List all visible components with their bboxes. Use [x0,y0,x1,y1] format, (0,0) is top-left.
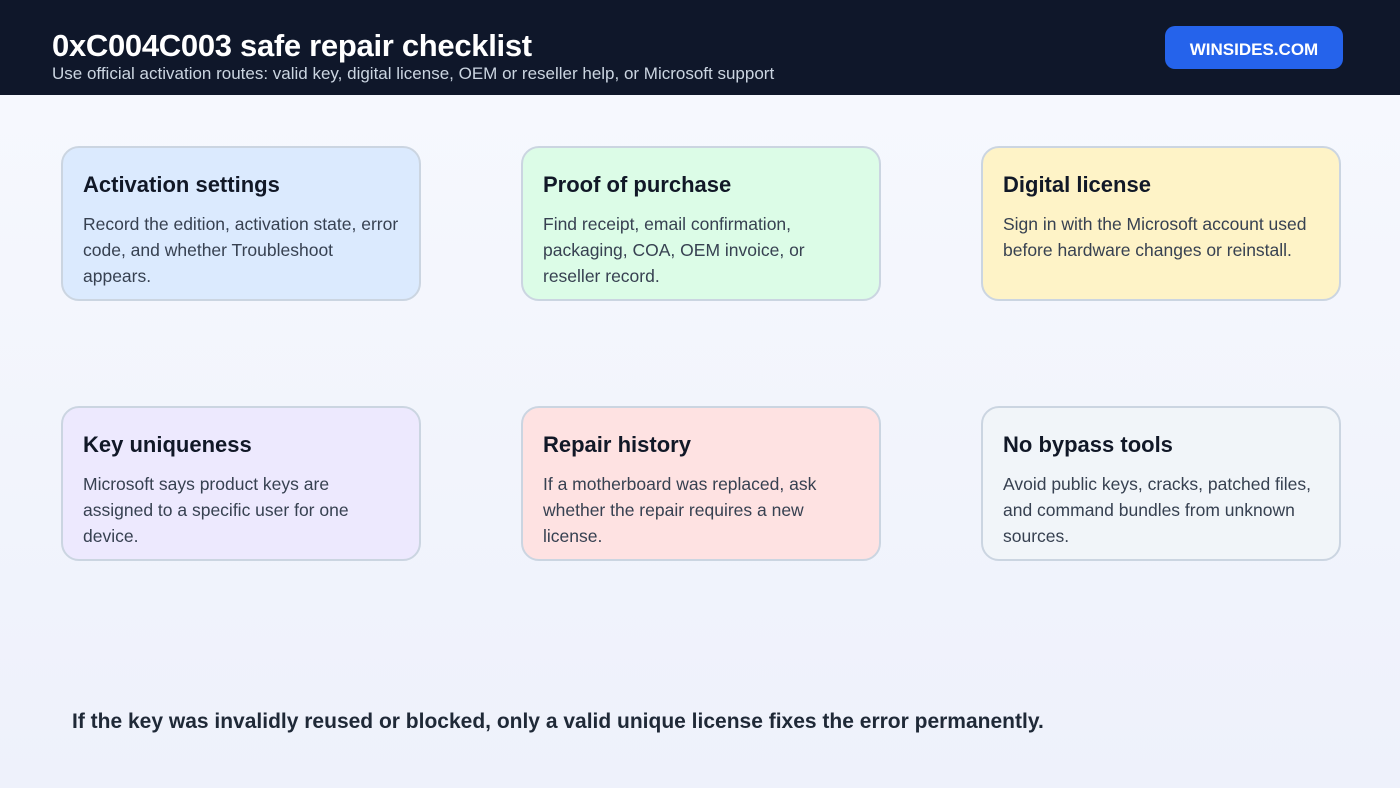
card-body: Avoid public keys, cracks, patched files… [1003,474,1312,546]
page-title: 0xC004C003 safe repair checklist [52,28,532,63]
card-activation-settings: Activation settings Record the edition, … [61,146,421,301]
header-bar: 0xC004C003 safe repair checklist Use off… [0,0,1400,95]
card-title: Key uniqueness [83,432,252,457]
card-title: Digital license [1003,172,1151,197]
card-body: Microsoft says product keys are assigned… [83,474,349,546]
card-no-bypass-tools: No bypass tools Avoid public keys, crack… [981,406,1341,561]
card-proof-of-purchase: Proof of purchase Find receipt, email co… [521,146,881,301]
card-body: Find receipt, email confirmation, packag… [543,214,805,286]
card-digital-license: Digital license Sign in with the Microso… [981,146,1341,301]
card-title: Activation settings [83,172,280,197]
card-body: Sign in with the Microsoft account used … [1003,214,1307,260]
card-body: If a motherboard was replaced, ask wheth… [543,474,817,546]
card-body: Record the edition, activation state, er… [83,214,399,286]
card-title: No bypass tools [1003,432,1173,457]
card-repair-history: Repair history If a motherboard was repl… [521,406,881,561]
card-title: Repair history [543,432,691,457]
footer-note: If the key was invalidly reused or block… [72,710,1044,733]
brand-link-button[interactable]: WINSIDES.COM [1165,26,1343,69]
card-key-uniqueness: Key uniqueness Microsoft says product ke… [61,406,421,561]
card-title: Proof of purchase [543,172,732,197]
page-subtitle: Use official activation routes: valid ke… [52,64,775,83]
